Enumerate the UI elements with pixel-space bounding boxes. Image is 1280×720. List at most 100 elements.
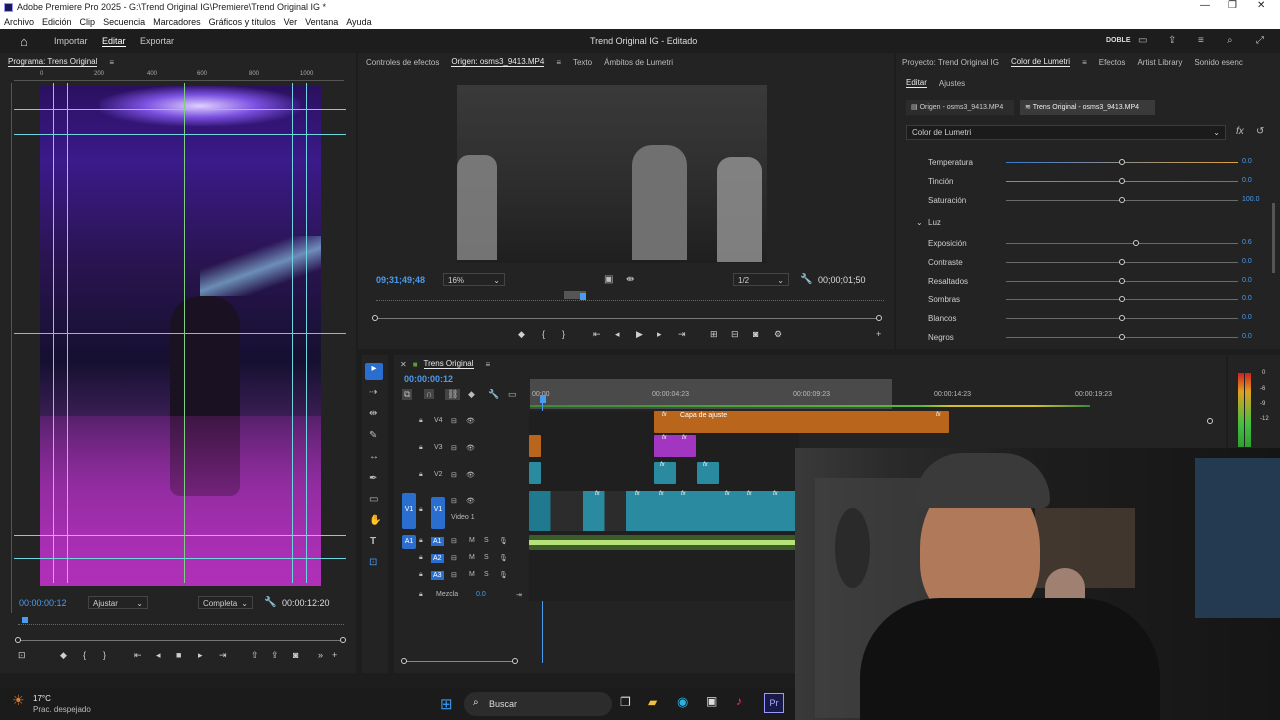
source-patch-v1[interactable]: V1 (402, 493, 416, 529)
tab-importar[interactable]: Importar (54, 36, 88, 46)
add-button-icon[interactable]: + (876, 329, 881, 339)
sequence-clip-chip[interactable]: ≋ Trens Original - osms3_9413.MP4 (1020, 100, 1155, 115)
drag-video-icon[interactable]: ⇼ (626, 274, 634, 285)
solo-button[interactable]: S (484, 571, 489, 578)
effect-dropdown[interactable]: Color de Lumetri ⌄ (906, 125, 1226, 140)
menu-archivo[interactable]: Archivo (4, 17, 34, 27)
caption-icon[interactable]: ⊡ (369, 557, 377, 568)
mark-out-icon[interactable]: } (103, 650, 106, 660)
camera-icon[interactable]: ◙ (293, 650, 298, 660)
ripple-edit-icon[interactable]: ⇹ (369, 408, 377, 419)
menu-clip[interactable]: Clip (80, 17, 96, 27)
go-to-out-icon[interactable]: ⇥ (219, 650, 227, 661)
program-playhead[interactable] (22, 617, 28, 623)
param-slider-knob[interactable] (1119, 259, 1125, 265)
track-target-a2[interactable]: A2 (431, 554, 444, 563)
a1-audio-clip[interactable] (529, 535, 799, 550)
lock-icon[interactable]: 🔒︎ (419, 554, 423, 562)
wrench-icon[interactable]: 🔧 (800, 274, 812, 285)
step-back-icon[interactable]: ◂ (156, 650, 161, 661)
camera-icon[interactable]: ◙ (753, 329, 758, 339)
mute-button[interactable]: M (469, 537, 475, 544)
selection-tool-icon[interactable]: ▸ (365, 363, 383, 380)
v1-clips[interactable]: fx fx fx fx fx fx fx (529, 491, 799, 531)
v3-clip[interactable]: fx fx (654, 435, 696, 457)
more-icon[interactable]: » (318, 650, 323, 660)
tab-source[interactable]: Origen: osms3_9413.MP4 (451, 57, 545, 67)
mic-icon[interactable]: 🎙︎ (499, 554, 508, 562)
menu-ventana[interactable]: Ventana (305, 17, 338, 27)
add-marker-icon[interactable]: ◆ (468, 389, 475, 400)
zoom-handle-right[interactable] (876, 315, 882, 321)
track-target-v1[interactable]: V1 (431, 497, 445, 529)
vertical-scroll-handle[interactable] (1207, 418, 1213, 424)
sync-icon[interactable]: ⊟ (451, 497, 457, 505)
extract-icon[interactable]: ⇪ (271, 650, 279, 661)
param-slider-track[interactable] (1006, 243, 1238, 244)
safe-margins-icon[interactable]: ⊡ (18, 650, 26, 661)
linked-select-icon[interactable]: ⛓ (445, 389, 461, 400)
menu-icon[interactable]: ≡ (1198, 35, 1204, 46)
timeline-playhead-head[interactable] (540, 395, 546, 403)
play-icon[interactable]: ▶ (636, 329, 643, 340)
button-editor-icon[interactable]: ⚙ (774, 329, 782, 340)
step-forward-icon[interactable]: ▸ (657, 329, 662, 340)
scrollbar[interactable] (1272, 203, 1275, 273)
type-icon[interactable]: T (370, 536, 376, 547)
param-slider-knob[interactable] (1119, 178, 1125, 184)
tab-editar[interactable]: Editar (102, 36, 126, 47)
tab-exportar[interactable]: Exportar (140, 36, 174, 46)
share-icon[interactable]: ⇪ (1168, 35, 1176, 46)
zoom-handle-right[interactable] (340, 637, 346, 643)
timeline-timecode[interactable]: 00:00:00:12 (404, 374, 453, 384)
panel-layout-icon[interactable]: ▭ (1138, 35, 1147, 46)
timeline-zoom-bar[interactable] (404, 661, 516, 662)
program-mini-ruler[interactable] (18, 619, 344, 625)
close-tab-icon[interactable]: ✕ (400, 360, 407, 369)
lock-icon[interactable]: 🔒︎ (419, 537, 423, 545)
minimize-icon[interactable]: — (1200, 0, 1210, 11)
zoom-handle-left[interactable] (372, 315, 378, 321)
tab-effects[interactable]: Efectos (1099, 58, 1126, 67)
eye-icon[interactable]: 👁︎ (466, 444, 475, 452)
param-slider-knob[interactable] (1119, 296, 1125, 302)
param-slider-knob[interactable] (1119, 159, 1125, 165)
windows-start-icon[interactable]: ⊞ (440, 695, 453, 713)
param-value[interactable]: 0.0 (1242, 295, 1274, 302)
sync-icon[interactable]: ⊟ (451, 554, 457, 562)
source-timecode[interactable]: 09;31;49;48 (376, 275, 425, 285)
program-zoom-bar[interactable] (18, 640, 344, 641)
eye-icon[interactable]: 👁︎ (466, 471, 475, 479)
tab-artist-library[interactable]: Artist Library (1137, 58, 1182, 67)
menu-graficos[interactable]: Gráficos y títulos (209, 17, 276, 27)
tab-lumetri-scopes[interactable]: Ámbitos de Lumetri (604, 58, 673, 67)
go-to-in-icon[interactable]: ⇤ (134, 650, 142, 661)
mark-out-icon[interactable]: } (562, 329, 565, 339)
section-chevron-icon[interactable]: ⌄ (916, 218, 923, 227)
source-patch-a1[interactable]: A1 (402, 535, 416, 549)
tab-effect-controls[interactable]: Controles de efectos (366, 58, 439, 67)
sync-icon[interactable]: ⊟ (451, 537, 457, 545)
mic-icon[interactable]: 🎙︎ (499, 571, 508, 579)
source-mini-ruler[interactable] (376, 295, 884, 301)
adjustment-clip-small[interactable] (529, 435, 541, 457)
task-view-icon[interactable]: ❐ (620, 695, 631, 709)
sequence-tab[interactable]: Trens Original (423, 359, 474, 369)
param-value[interactable]: 0.0 (1242, 333, 1274, 340)
lock-icon[interactable]: 🔒︎ (419, 506, 423, 514)
weather-desc[interactable]: Prac. despejado (33, 705, 91, 714)
fx-icon[interactable]: fx (1236, 126, 1244, 137)
param-value[interactable]: 0.0 (1242, 258, 1274, 265)
razor-icon[interactable]: ✎ (369, 430, 377, 441)
settings-wrench-icon[interactable]: 🔧 (488, 389, 499, 400)
track-target-a1[interactable]: A1 (431, 537, 444, 546)
resolution-dropdown[interactable]: 1/2 ⌄ (733, 273, 789, 286)
lumetri-menu-icon[interactable]: ≡ (1082, 58, 1087, 67)
mix-nav-icon[interactable]: ⇥ (516, 591, 522, 599)
insert-icon[interactable]: ⊞ (710, 329, 718, 340)
restore-icon[interactable]: ❐ (1228, 0, 1237, 11)
v2-clip[interactable]: fx (654, 462, 676, 484)
quality-dropdown[interactable]: Completa ⌄ (198, 596, 253, 609)
close-icon[interactable]: ✕ (1257, 0, 1265, 11)
lock-icon[interactable]: 🔒︎ (419, 571, 423, 579)
